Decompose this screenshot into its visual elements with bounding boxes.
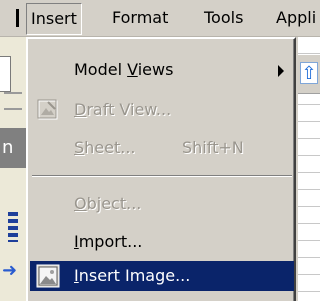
insert-dropdown-menu: Model Views Draft View... Sheet... Shift…: [26, 37, 296, 301]
menu-item-label: Sheet...: [74, 138, 136, 157]
menu-item-label: Draft View...: [74, 100, 172, 119]
menubar-partial-item: [16, 9, 19, 27]
menu-item-sheet[interactable]: Sheet... Shift+N: [30, 133, 294, 163]
menu-item-insert-image[interactable]: Insert Image...: [30, 261, 294, 291]
menu-item-draft-view[interactable]: Draft View...: [30, 95, 294, 125]
menu-item-label: Object...: [74, 194, 142, 213]
background-grip-icon: [8, 212, 18, 242]
menu-item-object[interactable]: Object...: [30, 189, 294, 219]
submenu-arrow-icon: [278, 65, 284, 77]
draft-view-icon: [37, 99, 58, 120]
menu-item-label: Model Views: [74, 60, 174, 79]
menu-item-label: Insert Image...: [74, 266, 191, 285]
background-lines: [4, 92, 22, 110]
menu-item-import[interactable]: Import...: [30, 227, 294, 257]
menu-bar: Insert Format Tools Appli: [0, 0, 320, 37]
menu-item-shortcut: Shift+N: [182, 138, 244, 157]
menu-tools[interactable]: Tools: [202, 6, 245, 30]
menu-format[interactable]: Format: [110, 6, 170, 30]
background-arrow-icon: ➜: [2, 260, 18, 281]
background-tab: n: [0, 128, 26, 168]
menu-item-label: Import...: [74, 232, 143, 251]
menu-applications[interactable]: Appli: [274, 6, 318, 30]
background-input-box: [0, 56, 11, 92]
menu-insert[interactable]: Insert: [26, 3, 82, 35]
menu-item-model-views[interactable]: Model Views: [30, 55, 294, 85]
up-arrow-icon[interactable]: ⇧: [300, 62, 318, 84]
menu-separator: [32, 175, 292, 177]
insert-image-icon: [36, 264, 60, 288]
